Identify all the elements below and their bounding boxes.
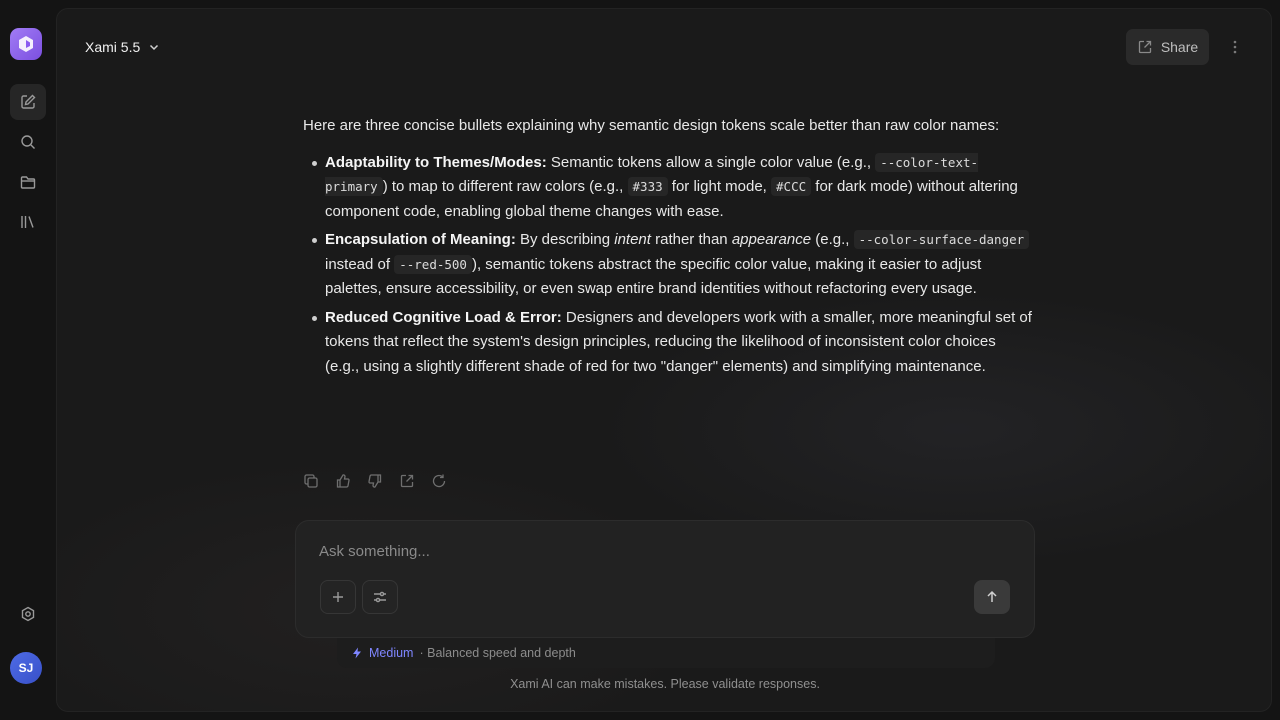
inline-code: #333 [627, 177, 668, 196]
folder-icon [20, 176, 36, 189]
library-button[interactable] [10, 204, 46, 240]
bullet-item: Encapsulation of Meaning: By describing … [303, 228, 1033, 302]
sidebar-rail: SJ [0, 0, 56, 720]
more-vertical-icon [1233, 40, 1237, 54]
new-chat-button[interactable] [10, 84, 46, 120]
more-options-button[interactable] [1223, 35, 1247, 59]
open-external-button[interactable] [399, 473, 415, 489]
composer [295, 520, 1035, 638]
share-label: Share [1160, 39, 1199, 55]
inline-code: #CCC [771, 177, 812, 196]
share-icon [1138, 40, 1151, 54]
user-avatar[interactable]: SJ [10, 652, 42, 684]
tools-button[interactable] [362, 580, 398, 614]
model-name: Xami 5.5 [85, 39, 141, 55]
mode-name: Medium [369, 646, 414, 660]
plus-icon [333, 592, 343, 602]
settings-button[interactable] [10, 596, 46, 632]
arrow-up-icon [987, 590, 997, 602]
bullet-text: for light mode, [667, 178, 772, 195]
assistant-message: Here are three concise bullets explainin… [303, 114, 1033, 383]
user-initials: SJ [18, 661, 34, 675]
library-icon [21, 216, 34, 228]
bullet-text: By describing [515, 231, 615, 248]
logo-icon [19, 36, 33, 52]
edit-icon [21, 94, 36, 109]
bullet-title: Encapsulation of Meaning: [325, 231, 516, 248]
bullet-title: Adaptability to Themes/Modes: [325, 153, 547, 171]
chat-panel: Xami 5.5 Share Here are three concise bu… [56, 8, 1272, 712]
external-link-icon [400, 474, 414, 488]
message-bullets: Adaptability to Themes/Modes: Semantic t… [303, 151, 1033, 380]
thumbs-up-button[interactable] [335, 473, 351, 489]
message-input[interactable] [319, 539, 959, 563]
model-selector[interactable]: Xami 5.5 [85, 37, 160, 57]
bullet-item: Adaptability to Themes/Modes: Semantic t… [303, 151, 1033, 225]
thumbs-up-icon [336, 474, 350, 488]
bullet-text: instead of [325, 255, 395, 273]
regenerate-icon [432, 474, 446, 488]
bullet-text: rather than [650, 231, 732, 248]
bullet-item: Reduced Cognitive Load & Error: Designer… [303, 306, 1033, 380]
bullet-text: Semantic tokens allow a single color val… [546, 153, 876, 171]
inline-code: --red-500 [394, 254, 472, 274]
share-button[interactable]: Share [1126, 29, 1209, 65]
copy-button[interactable] [303, 473, 319, 489]
disclaimer-text: Xami AI can make mistakes. Please valida… [510, 677, 820, 691]
bullet-title: Reduced Cognitive Load & Error: [325, 308, 562, 326]
mode-description: · Balanced speed and depth [419, 646, 576, 660]
thumbs-down-button[interactable] [367, 473, 383, 489]
bolt-icon [353, 647, 361, 659]
bullet-text: (e.g., [811, 231, 854, 248]
inline-code: --color-surface-danger [853, 230, 1030, 249]
app-logo[interactable] [10, 28, 42, 60]
search-icon [21, 135, 35, 149]
thumbs-down-icon [368, 474, 382, 488]
copy-icon [304, 474, 318, 488]
add-attachment-button[interactable] [320, 580, 356, 614]
chevron-down-icon [150, 44, 159, 51]
regenerate-button[interactable] [431, 473, 447, 489]
send-button[interactable] [974, 580, 1010, 614]
sliders-icon [374, 591, 386, 603]
emphasis-text: appearance [731, 231, 812, 248]
message-actions [303, 473, 447, 489]
projects-button[interactable] [10, 164, 46, 200]
search-button[interactable] [10, 124, 46, 160]
message-intro: Here are three concise bullets explainin… [303, 117, 1000, 134]
mode-selector[interactable]: Medium · Balanced speed and depth [337, 638, 995, 668]
bullet-text: ) to map to different raw colors (e.g., [382, 178, 628, 195]
gear-icon [21, 606, 35, 622]
emphasis-text: intent [614, 231, 651, 248]
